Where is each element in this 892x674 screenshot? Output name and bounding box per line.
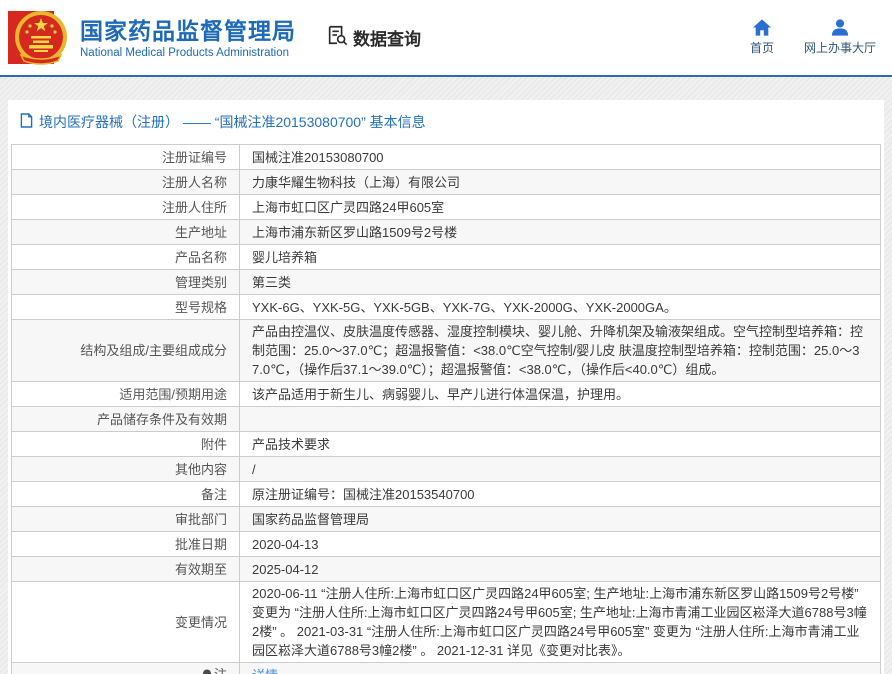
table-row: 注册人住所 上海市虹口区广灵四路24甲605室: [12, 195, 881, 220]
row-value: YXK-6G、YXK-5G、YXK-5GB、YXK-7G、YXK-2000G、Y…: [240, 295, 881, 320]
row-label: 注册证编号: [12, 145, 240, 170]
table-row: 注册人名称 力康华耀生物科技（上海）有限公司: [12, 170, 881, 195]
document-search-icon: [326, 24, 348, 51]
row-label-text: 有效期至: [175, 562, 227, 577]
data-query-section[interactable]: 数据查询: [326, 24, 421, 51]
row-label-text: 产品名称: [175, 250, 227, 265]
user-icon: [831, 19, 849, 36]
home-icon: [753, 19, 771, 36]
row-label-text: 变更情况: [175, 615, 227, 630]
row-label-text: 产品储存条件及有效期: [97, 412, 227, 427]
detail-link[interactable]: 详情: [252, 668, 278, 674]
row-value: 该产品适用于新生儿、病弱婴儿、早产儿进行体温保温，护理用。: [240, 382, 881, 407]
row-label: 产品储存条件及有效期: [12, 407, 240, 432]
breadcrumb-text: 境内医疗器械（注册） —— “国械注准20153080700” 基本信息: [39, 112, 426, 132]
table-row: 型号规格 YXK-6G、YXK-5G、YXK-5GB、YXK-7G、YXK-20…: [12, 295, 881, 320]
row-value: 第三类: [240, 270, 881, 295]
row-label: 注册人名称: [12, 170, 240, 195]
row-label-text: 管理类别: [175, 275, 227, 290]
page-header: 国家药品监督管理局 National Medical Products Admi…: [0, 0, 892, 77]
row-value: 产品技术要求: [240, 432, 881, 457]
row-value: 力康华耀生物科技（上海）有限公司: [240, 170, 881, 195]
row-label-text: 其他内容: [175, 462, 227, 477]
table-row: 产品储存条件及有效期: [12, 407, 881, 432]
row-label-text: 注: [214, 667, 227, 674]
row-value: 婴儿培养箱: [240, 245, 881, 270]
row-label-text: 注册人名称: [162, 175, 227, 190]
row-value: 国械注准20153080700: [240, 145, 881, 170]
nav-home-label: 首页: [750, 39, 774, 56]
row-label: 产品名称: [12, 245, 240, 270]
registration-info-table: 注册证编号 国械注准20153080700 注册人名称 力康华耀生物科技（上海）…: [11, 144, 881, 674]
pin-icon: [202, 667, 212, 674]
row-label: 适用范围/预期用途: [12, 382, 240, 407]
document-icon: [20, 113, 33, 131]
row-value: 国家药品监督管理局: [240, 507, 881, 532]
row-label-text: 型号规格: [175, 300, 227, 315]
row-label-text: 批准日期: [175, 537, 227, 552]
row-value: 上海市虹口区广灵四路24甲605室: [240, 195, 881, 220]
row-label: 注: [12, 663, 240, 674]
row-label-text: 附件: [201, 437, 227, 452]
table-row: 附件 产品技术要求: [12, 432, 881, 457]
table-row: 适用范围/预期用途 该产品适用于新生儿、病弱婴儿、早产儿进行体温保温，护理用。: [12, 382, 881, 407]
row-label-text: 审批部门: [175, 512, 227, 527]
row-value: [240, 407, 881, 432]
content-panel: 境内医疗器械（注册） —— “国械注准20153080700” 基本信息 注册证…: [8, 100, 884, 674]
nmpa-logo[interactable]: 国家药品监督管理局 National Medical Products Admi…: [8, 8, 296, 68]
row-label: 审批部门: [12, 507, 240, 532]
table-row: 其他内容 /: [12, 457, 881, 482]
row-label-text: 注册人住所: [162, 200, 227, 215]
row-label: 管理类别: [12, 270, 240, 295]
table-row: 审批部门 国家药品监督管理局: [12, 507, 881, 532]
table-row: 有效期至 2025-04-12: [12, 557, 881, 582]
table-row: 产品名称 婴儿培养箱: [12, 245, 881, 270]
table-row: 结构及组成/主要组成成分 产品由控温仪、皮肤温度传感器、湿度控制模块、婴儿舱、升…: [12, 320, 881, 382]
nav-service-hall-label: 网上办事大厅: [804, 39, 876, 56]
row-label-text: 生产地址: [175, 225, 227, 240]
info-table-body: 注册证编号 国械注准20153080700 注册人名称 力康华耀生物科技（上海）…: [12, 145, 881, 674]
row-label-text: 结构及组成/主要组成成分: [80, 343, 227, 358]
row-label: 附件: [12, 432, 240, 457]
header-nav: 首页 网上办事大厅: [750, 19, 876, 56]
row-value: 上海市浦东新区罗山路1509号2号楼: [240, 220, 881, 245]
row-label: 变更情况: [12, 582, 240, 663]
row-value: 2025-04-12: [240, 557, 881, 582]
table-row: 备注 原注册证编号：国械注准20153540700: [12, 482, 881, 507]
row-label: 型号规格: [12, 295, 240, 320]
row-label: 备注: [12, 482, 240, 507]
table-row: 变更情况 2020-06-11 “注册人住所:上海市虹口区广灵四路24甲605室…: [12, 582, 881, 663]
data-query-label: 数据查询: [353, 25, 421, 50]
logo-text: 国家药品监督管理局 National Medical Products Admi…: [80, 17, 296, 59]
row-label: 有效期至: [12, 557, 240, 582]
row-label-text: 备注: [201, 487, 227, 502]
table-row: 生产地址 上海市浦东新区罗山路1509号2号楼: [12, 220, 881, 245]
nav-home[interactable]: 首页: [750, 19, 774, 56]
row-label: 结构及组成/主要组成成分: [12, 320, 240, 382]
row-label-text: 注册证编号: [162, 150, 227, 165]
national-emblem-icon: [8, 8, 70, 68]
table-row: 管理类别 第三类: [12, 270, 881, 295]
row-value: 2020-06-11 “注册人住所:上海市虹口区广灵四路24甲605室; 生产地…: [240, 582, 881, 663]
table-row: 批准日期 2020-04-13: [12, 532, 881, 557]
row-value: 产品由控温仪、皮肤温度传感器、湿度控制模块、婴儿舱、升降机架及输液架组成。空气控…: [240, 320, 881, 382]
row-label: 批准日期: [12, 532, 240, 557]
row-value: 原注册证编号：国械注准20153540700: [240, 482, 881, 507]
table-row: 注 详情: [12, 663, 881, 674]
row-label: 生产地址: [12, 220, 240, 245]
row-label: 其他内容: [12, 457, 240, 482]
row-value: 详情: [240, 663, 881, 674]
table-row: 注册证编号 国械注准20153080700: [12, 145, 881, 170]
row-label: 注册人住所: [12, 195, 240, 220]
site-subtitle: National Medical Products Administration: [80, 47, 296, 59]
row-label-text: 适用范围/预期用途: [119, 387, 227, 402]
nav-service-hall[interactable]: 网上办事大厅: [804, 19, 876, 56]
site-title: 国家药品监督管理局: [80, 17, 296, 45]
row-value: /: [240, 457, 881, 482]
breadcrumb: 境内医疗器械（注册） —— “国械注准20153080700” 基本信息: [10, 108, 882, 140]
row-value: 2020-04-13: [240, 532, 881, 557]
